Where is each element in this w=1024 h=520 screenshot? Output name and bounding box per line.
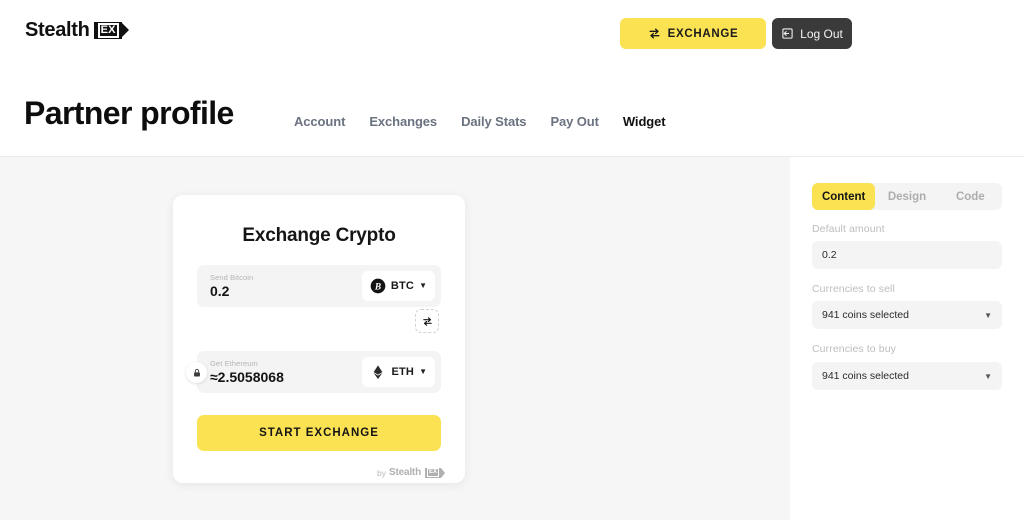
chevron-down-icon: ▼ [984, 371, 992, 381]
exchange-button-label: EXCHANGE [667, 27, 739, 40]
page-title: Partner profile [24, 95, 234, 131]
app-root: Stealth EX EXCHANGE Log Out Partner prof… [0, 0, 1024, 520]
send-field-label: Send Bitcoin [210, 273, 254, 282]
send-coin-selector[interactable]: B BTC ▼ [361, 271, 435, 301]
default-amount-label: Default amount [812, 223, 885, 235]
widget-preview-pane: Exchange Crypto Send Bitcoin 0.2 B BTC ▼ [0, 157, 790, 520]
currencies-to-buy-value: 941 coins selected [822, 370, 909, 382]
currencies-to-buy-select[interactable]: 941 coins selected ▼ [812, 362, 1002, 390]
get-field-label: Get Ethereum [210, 359, 258, 368]
top-bar: Stealth EX EXCHANGE Log Out [0, 0, 1024, 66]
main-nav: Account Exchanges Daily Stats Pay Out Wi… [294, 114, 666, 159]
send-coin-ticker: BTC [390, 280, 415, 292]
exchange-widget-card: Exchange Crypto Send Bitcoin 0.2 B BTC ▼ [173, 195, 465, 483]
nav-item-widget[interactable]: Widget [622, 114, 666, 159]
nav-item-daily-stats[interactable]: Daily Stats [461, 114, 526, 159]
send-field[interactable]: Send Bitcoin 0.2 B BTC ▼ [197, 265, 441, 307]
logout-button-label: Log Out [800, 26, 843, 41]
footer-by-label: by [377, 467, 387, 478]
currencies-to-buy-label: Currencies to buy [812, 343, 896, 355]
stealthex-logo[interactable]: Stealth EX [25, 19, 129, 41]
chevron-down-icon: ▼ [419, 367, 427, 376]
default-amount-value: 0.2 [822, 249, 837, 261]
chevron-down-icon: ▼ [419, 281, 427, 290]
send-field-texts: Send Bitcoin 0.2 [210, 273, 362, 299]
ethereum-icon [374, 365, 383, 379]
send-amount-input[interactable]: 0.2 [210, 283, 362, 299]
get-amount-value: ≈2.5058068 [210, 369, 284, 385]
exchange-button[interactable]: EXCHANGE [620, 18, 766, 49]
tab-design[interactable]: Design [875, 183, 938, 210]
default-amount-input[interactable]: 0.2 [812, 241, 1002, 269]
widget-title: Exchange Crypto [242, 225, 396, 246]
swap-arrows-icon [422, 316, 432, 326]
tab-code[interactable]: Code [939, 183, 1002, 210]
logout-button[interactable]: Log Out [772, 18, 852, 49]
svg-text:B: B [374, 282, 381, 292]
start-exchange-button[interactable]: START EXCHANGE [197, 415, 441, 451]
get-field[interactable]: Get Ethereum ≈2.5058068 ETH ▼ [186, 351, 441, 393]
footer-ex-text: EX [426, 468, 439, 477]
nav-item-pay-out[interactable]: Pay Out [550, 114, 599, 159]
widget-settings-pane: Content Design Code Default amount 0.2 C… [790, 157, 1024, 520]
footer-ex-badge: EX [424, 467, 446, 478]
swap-arrows-icon [649, 28, 660, 39]
footer-brand-label: Stealth [389, 467, 421, 478]
nav-item-account[interactable]: Account [294, 114, 345, 159]
lock-icon [193, 368, 200, 377]
swap-direction-button[interactable] [415, 309, 439, 333]
widget-footer: by Stealth EX [197, 467, 446, 478]
tab-content[interactable]: Content [812, 183, 876, 210]
currencies-to-sell-value: 941 coins selected [822, 309, 909, 321]
swap-row [197, 307, 441, 333]
logo-ex-badge: EX [93, 21, 129, 39]
logo-wordmark: Stealth [25, 19, 90, 41]
nav-item-exchanges[interactable]: Exchanges [369, 114, 437, 159]
chevron-down-icon: ▼ [984, 310, 992, 320]
logo-ex-text: EX [97, 22, 119, 38]
currencies-to-sell-label: Currencies to sell [812, 283, 895, 295]
logout-icon [782, 28, 793, 39]
bitcoin-icon: B [370, 278, 386, 294]
settings-tabs: Content Design Code [812, 183, 1002, 210]
get-field-texts: Get Ethereum ≈2.5058068 [210, 359, 362, 385]
get-coin-selector[interactable]: ETH ▼ [362, 357, 435, 387]
rate-lock-badge[interactable] [186, 362, 207, 383]
currencies-to-sell-select[interactable]: 941 coins selected ▼ [812, 301, 1002, 329]
get-coin-ticker: ETH [391, 366, 415, 378]
